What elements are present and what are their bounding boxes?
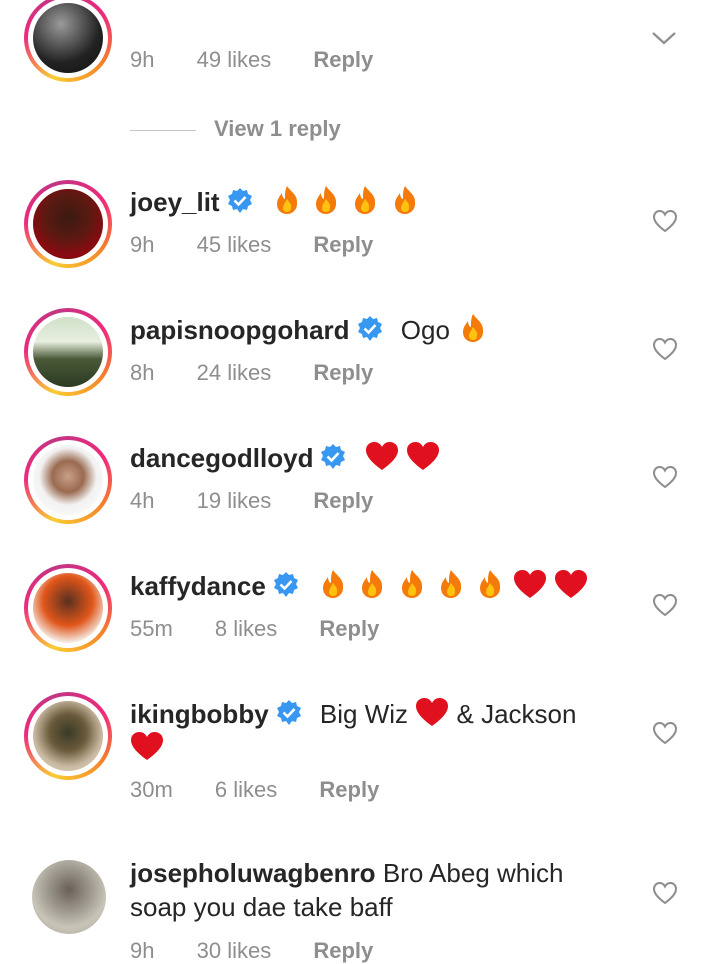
- red-heart-icon: [555, 570, 588, 598]
- red-heart-icon: [416, 698, 449, 726]
- verified-badge-icon: [357, 316, 382, 341]
- comment-time: 9h: [130, 938, 155, 963]
- emoji-group: [365, 442, 440, 473]
- reply-button[interactable]: Reply: [313, 232, 373, 257]
- like-heart-icon[interactable]: [652, 209, 678, 233]
- red-heart-icon: [514, 570, 547, 598]
- like-heart-icon[interactable]: [652, 337, 678, 361]
- comment-time: 30m: [130, 777, 173, 802]
- comment-likes[interactable]: 49 likes: [197, 47, 272, 72]
- emoji-group: [317, 570, 588, 601]
- avatar[interactable]: [24, 564, 112, 652]
- red-heart-icon: [365, 442, 398, 470]
- like-heart-icon[interactable]: [652, 593, 678, 617]
- fire-icon: [463, 314, 484, 342]
- fire-icon: [480, 570, 501, 598]
- reply-button[interactable]: Reply: [319, 616, 379, 641]
- comment-time: 8h: [130, 360, 155, 385]
- fire-icon: [316, 186, 337, 214]
- fire-icon: [323, 570, 344, 598]
- comment-text-continued: soap you dae take baff: [130, 892, 393, 922]
- fire-icon: [362, 570, 383, 598]
- avatar[interactable]: [32, 860, 106, 934]
- comment-text: Big Wiz: [319, 699, 409, 729]
- reply-button[interactable]: Reply: [313, 360, 373, 385]
- comment-time: 9h: [130, 232, 155, 257]
- comment-likes[interactable]: 6 likes: [215, 777, 277, 802]
- emoji-group: [271, 186, 421, 217]
- chevron-down-icon[interactable]: [651, 30, 677, 46]
- comment-username[interactable]: dancegodlloyd: [130, 443, 313, 473]
- fire-icon: [355, 186, 376, 214]
- comment-time: 4h: [130, 488, 155, 513]
- comment-username[interactable]: kaffydance: [130, 571, 266, 601]
- avatar[interactable]: [24, 308, 112, 396]
- comment-username[interactable]: papisnoopgohard: [130, 315, 350, 345]
- fire-icon: [276, 186, 297, 214]
- fire-icon: [394, 186, 415, 214]
- reply-button[interactable]: Reply: [319, 777, 379, 802]
- verified-badge-icon: [276, 700, 301, 725]
- like-heart-icon[interactable]: [652, 881, 678, 905]
- avatar[interactable]: [24, 436, 112, 524]
- verified-badge-icon: [273, 572, 298, 597]
- comment-likes[interactable]: 19 likes: [197, 488, 272, 513]
- red-heart-icon: [406, 442, 439, 470]
- comment-time: 9h: [130, 47, 155, 72]
- comment-likes[interactable]: 30 likes: [197, 938, 272, 963]
- fire-icon: [401, 570, 422, 598]
- view-replies-button[interactable]: View 1 reply: [130, 116, 341, 142]
- avatar[interactable]: [24, 0, 112, 82]
- verified-badge-icon: [227, 188, 252, 213]
- divider: [130, 129, 196, 131]
- comment-time: 55m: [130, 616, 173, 641]
- comment-likes[interactable]: 8 likes: [215, 616, 277, 641]
- comment-text: & Jackson: [456, 699, 577, 729]
- comment-text: Ogo: [400, 315, 450, 345]
- like-heart-icon[interactable]: [652, 721, 678, 745]
- reply-button[interactable]: Reply: [313, 488, 373, 513]
- reply-button[interactable]: Reply: [313, 938, 373, 963]
- avatar[interactable]: [24, 180, 112, 268]
- avatar[interactable]: [24, 692, 112, 780]
- comment-text: Bro Abeg which: [382, 858, 564, 888]
- comment-likes[interactable]: 45 likes: [197, 232, 272, 257]
- comment-username[interactable]: joey_lit: [130, 187, 220, 217]
- comment-username[interactable]: ikingbobby: [130, 699, 269, 729]
- fire-icon: [440, 570, 461, 598]
- comment-username[interactable]: josepholuwagbenro: [130, 858, 376, 888]
- comment-likes[interactable]: 24 likes: [197, 360, 272, 385]
- verified-badge-icon: [321, 444, 346, 469]
- red-heart-icon: [131, 732, 163, 760]
- reply-button[interactable]: Reply: [313, 47, 373, 72]
- like-heart-icon[interactable]: [652, 465, 678, 489]
